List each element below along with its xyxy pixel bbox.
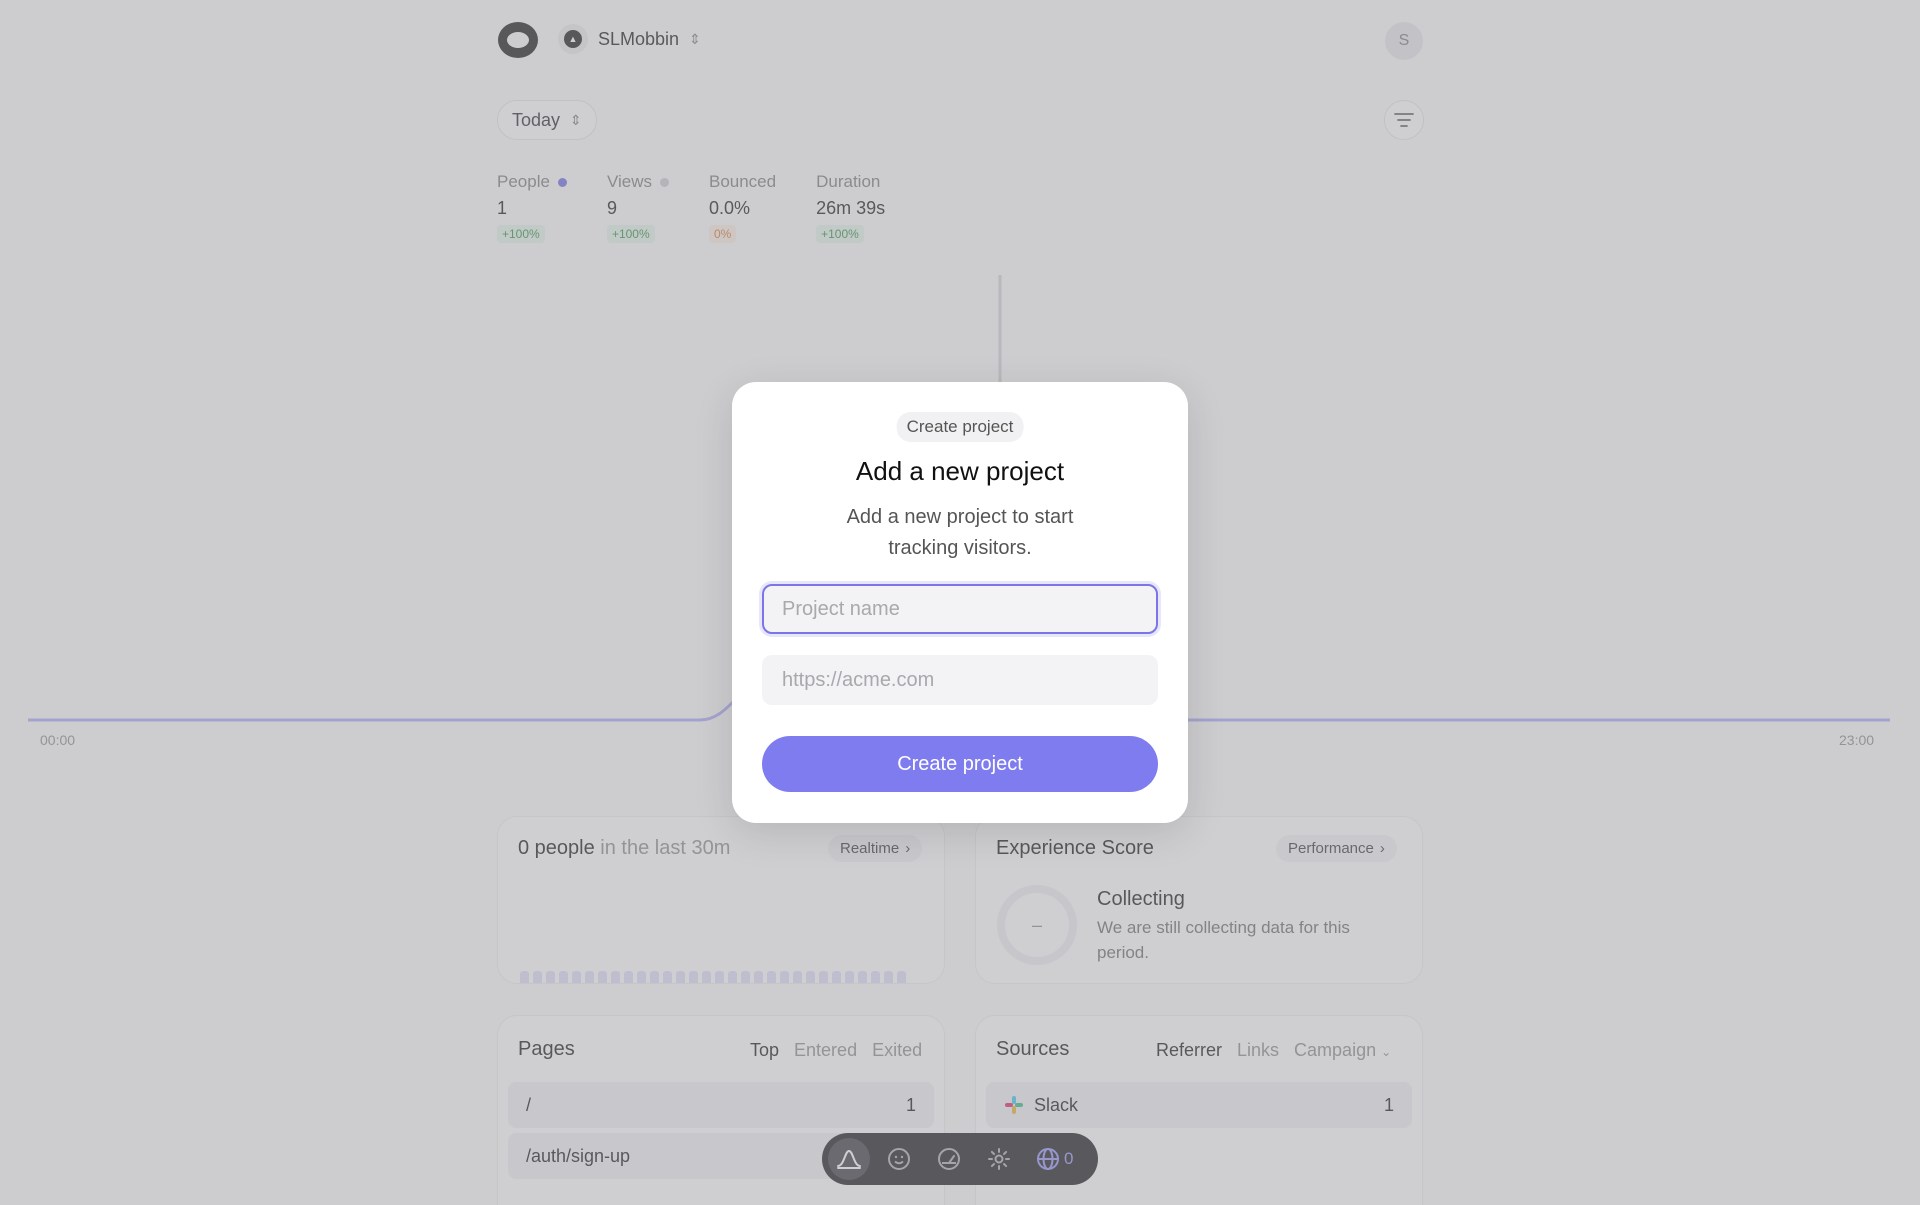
dialog-title: Add a new project	[855, 456, 1065, 486]
dialog-description: Add a new project to start tracking visi…	[846, 506, 1074, 559]
project-url-input[interactable]	[762, 655, 1158, 705]
dialog-tag: Create project	[896, 412, 1024, 442]
project-name-input[interactable]	[762, 584, 1158, 634]
create-project-button[interactable]: Create project	[762, 736, 1158, 792]
create-project-dialog: Create project Add a new project Add a n…	[732, 382, 1188, 823]
